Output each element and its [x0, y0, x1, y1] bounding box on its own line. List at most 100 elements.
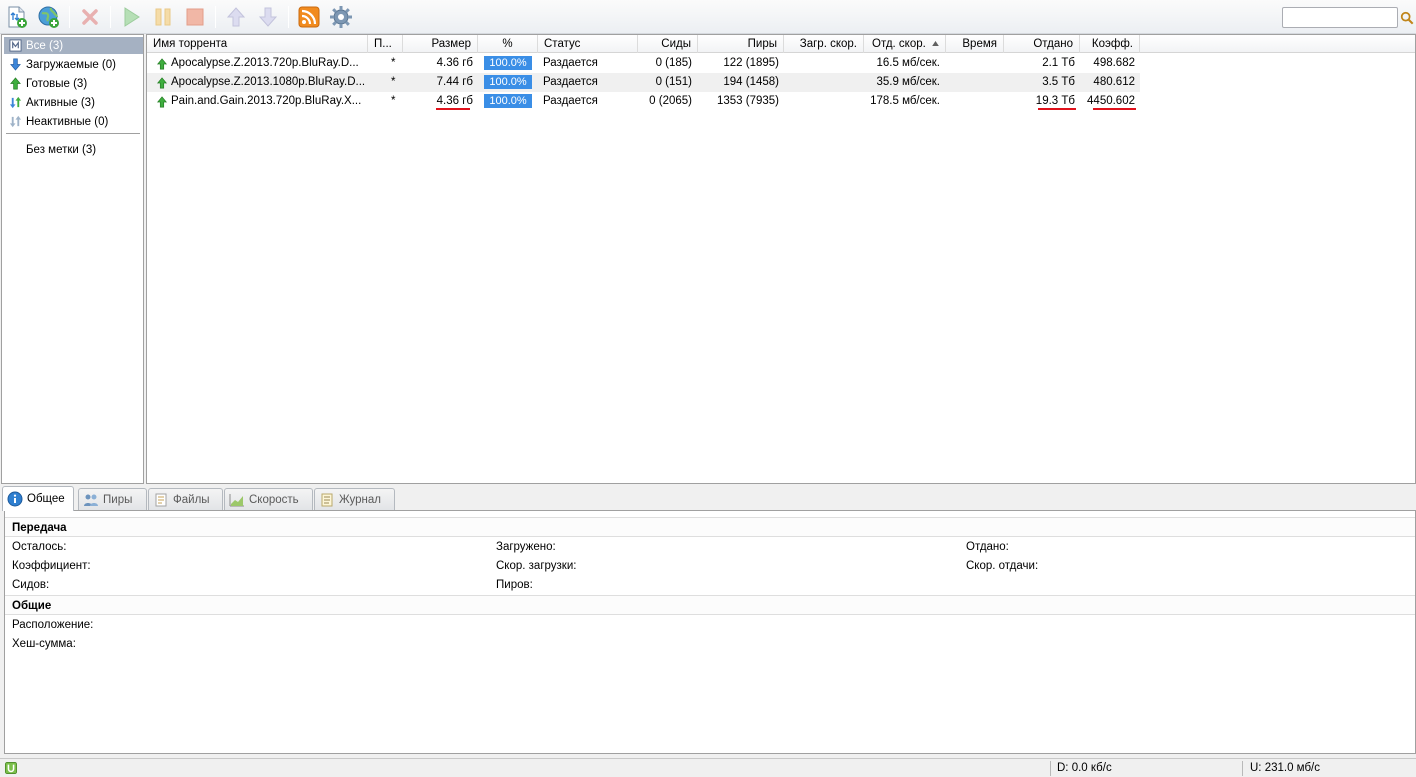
column-name[interactable]: Имя торрента	[147, 35, 368, 53]
column-up-speed-label: Отд. скор.	[872, 38, 926, 50]
field-remaining: Осталось:	[12, 541, 67, 553]
settings-button[interactable]	[329, 5, 353, 29]
sidebar-item-completed[interactable]: Готовые (3)	[4, 75, 143, 92]
tab-files[interactable]: Файлы	[148, 488, 223, 510]
sidebar-item-active[interactable]: Активные (3)	[4, 94, 143, 111]
progress-bar: 100.0%	[484, 94, 532, 108]
download-arrow-icon	[7, 57, 23, 73]
toolbar-separator	[288, 6, 289, 28]
column-peers[interactable]: Пиры	[698, 35, 784, 53]
field-peers: Пиров:	[496, 579, 533, 591]
torrent-size: 4.36 гб	[436, 57, 473, 69]
status-divider	[1242, 761, 1243, 776]
torrent-seeds: 0 (185)	[655, 57, 692, 69]
torrent-up-speed: 178.5 мб/сек.	[870, 95, 940, 107]
tab-label: Пиры	[103, 493, 133, 506]
table-row[interactable]: Apocalypse.Z.2013.1080p.BluRay.D... * 7.…	[147, 73, 1140, 92]
tab-label: Журнал	[339, 493, 381, 506]
inactive-arrows-icon	[7, 114, 23, 130]
field-downloaded: Загружено:	[496, 541, 556, 553]
log-icon	[319, 492, 335, 508]
column-seeds[interactable]: Сиды	[638, 35, 698, 53]
peers-icon	[83, 492, 99, 508]
speed-chart-icon	[229, 492, 245, 508]
column-status[interactable]: Статус	[538, 35, 638, 53]
arrow-down-icon	[258, 7, 278, 27]
column-uploaded[interactable]: Отдано	[1004, 35, 1080, 53]
column-down-speed[interactable]: Загр. скор.	[784, 35, 864, 53]
seeding-arrow-icon	[156, 77, 168, 89]
pause-button[interactable]	[151, 5, 175, 29]
table-row[interactable]: Pain.and.Gain.2013.720p.BluRay.X... * 4.…	[147, 92, 1140, 111]
table-row[interactable]: Apocalypse.Z.2013.720p.BluRay.D... * 4.3…	[147, 54, 1140, 73]
sidebar-item-no-label[interactable]: Без метки (3)	[4, 141, 143, 158]
progress-bar: 100.0%	[484, 75, 532, 89]
field-hash: Хеш-сумма:	[12, 638, 76, 650]
sidebar-item-all[interactable]: Все (3)	[4, 37, 143, 54]
sidebar-item-label: Активные (3)	[26, 96, 95, 109]
torrent-peers: 1353 (7935)	[716, 95, 779, 107]
torrent-down-speed	[784, 92, 858, 111]
sidebar-item-inactive[interactable]: Неактивные (0)	[4, 113, 143, 130]
rss-icon	[298, 6, 320, 28]
start-button[interactable]	[119, 5, 143, 29]
sidebar-item-label: Загружаемые (0)	[26, 58, 116, 71]
sidebar-item-label: Неактивные (0)	[26, 115, 109, 128]
toolbar-separator	[69, 6, 70, 28]
sidebar-separator	[6, 133, 140, 134]
tab-log[interactable]: Журнал	[314, 488, 395, 510]
rss-button[interactable]	[297, 5, 321, 29]
field-uploaded: Отдано:	[966, 541, 1009, 553]
sidebar-item-label: Все (3)	[26, 39, 64, 52]
torrent-uploaded: 2.1 Тб	[1042, 57, 1075, 69]
field-seeds: Сидов:	[12, 579, 50, 591]
torrent-up-speed: 16.5 мб/сек.	[876, 57, 940, 69]
section-general: Общие	[5, 595, 1415, 615]
tab-general[interactable]: Общее	[2, 486, 74, 511]
torrent-eta	[946, 92, 998, 111]
stop-button[interactable]	[183, 5, 207, 29]
sidebar-item-downloading[interactable]: Загружаемые (0)	[4, 56, 143, 73]
details-panel: Передача Осталось: Загружено: Отдано: Ко…	[4, 510, 1416, 754]
torrent-seeds: 0 (2065)	[649, 95, 692, 107]
active-arrows-icon	[7, 95, 23, 111]
add-torrent-button[interactable]	[5, 5, 29, 29]
add-url-button[interactable]	[37, 5, 61, 29]
utorrent-icon	[5, 762, 17, 774]
torrent-priority: *	[391, 57, 396, 69]
move-up-button[interactable]	[224, 5, 248, 29]
column-up-speed[interactable]: Отд. скор.	[864, 35, 946, 53]
tab-label: Общее	[27, 493, 65, 505]
toolbar-separator	[110, 6, 111, 28]
seeding-arrow-icon	[156, 96, 168, 108]
status-upload-speed[interactable]: U: 231.0 мб/с	[1250, 759, 1320, 777]
torrent-name: Apocalypse.Z.2013.1080p.BluRay.D...	[171, 76, 366, 88]
status-download-speed[interactable]: D: 0.0 кб/с	[1057, 759, 1112, 777]
tab-peers[interactable]: Пиры	[78, 488, 147, 510]
column-eta[interactable]: Время	[946, 35, 1004, 53]
torrent-down-speed	[784, 73, 858, 92]
search-input[interactable]	[1282, 7, 1398, 28]
field-down-speed: Скор. загрузки:	[496, 560, 577, 572]
torrent-list: Имя торрента П... Размер % Статус Сиды П…	[146, 34, 1416, 484]
gear-icon	[330, 6, 352, 28]
remove-icon	[82, 9, 98, 25]
tab-speed[interactable]: Скорость	[224, 488, 313, 510]
table-header: Имя торрента П... Размер % Статус Сиды П…	[147, 35, 1415, 53]
sort-ascending-icon	[932, 41, 939, 46]
column-size[interactable]: Размер	[403, 35, 478, 53]
section-transfer: Передача	[5, 517, 1415, 537]
remove-button[interactable]	[78, 5, 102, 29]
seeding-arrow-icon	[156, 58, 168, 70]
torrent-peers: 194 (1458)	[723, 76, 779, 88]
arrow-up-icon	[226, 7, 246, 27]
torrent-up-speed: 35.9 мб/сек.	[876, 76, 940, 88]
torrent-down-speed	[784, 54, 858, 73]
move-down-button[interactable]	[256, 5, 280, 29]
column-percent[interactable]: %	[478, 35, 538, 53]
search-button[interactable]	[1398, 7, 1416, 28]
column-priority[interactable]: П...	[368, 35, 403, 53]
torrent-name: Pain.and.Gain.2013.720p.BluRay.X...	[171, 95, 362, 107]
status-divider	[1050, 761, 1051, 776]
column-ratio[interactable]: Коэфф.	[1080, 35, 1140, 53]
